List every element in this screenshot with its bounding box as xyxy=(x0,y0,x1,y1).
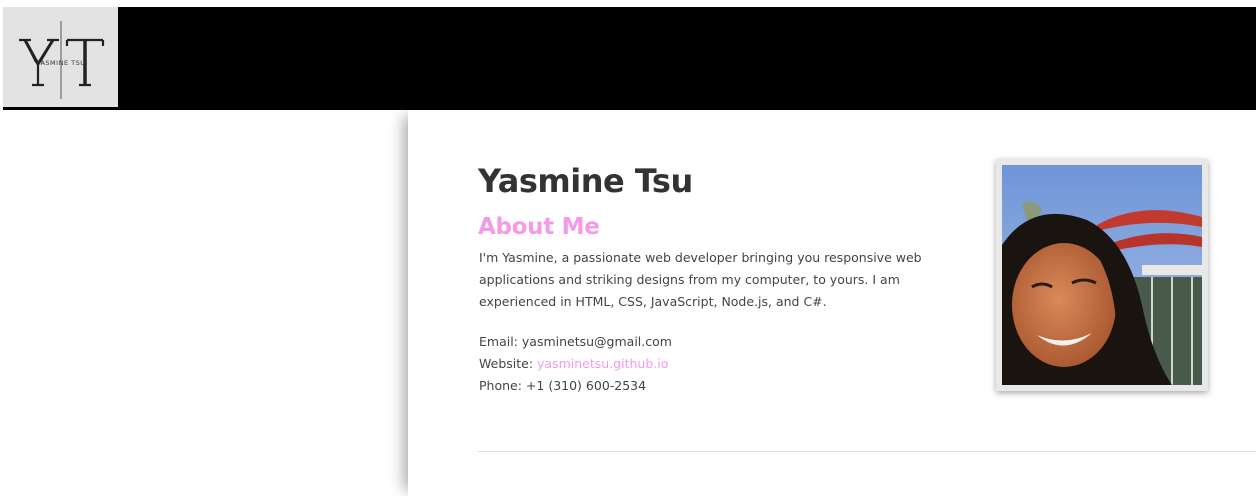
contact-info: Email: yasminetsu@gmail.com Website: yas… xyxy=(479,331,879,397)
phone-line: Phone: +1 (310) 600-2534 xyxy=(479,375,879,397)
email-label: Email: xyxy=(479,334,518,349)
section-divider xyxy=(478,451,1256,452)
website-link[interactable]: yasminetsu.github.io xyxy=(537,356,668,371)
yt-monogram-logo-icon: YASMINE TSU xyxy=(19,21,105,99)
profile-card: Yasmine Tsu About Me I'm Yasmine, a pass… xyxy=(408,110,1256,496)
top-strip xyxy=(0,0,1256,7)
profile-photo-icon xyxy=(1002,165,1202,385)
profile-name: Yasmine Tsu xyxy=(478,162,693,200)
email-value: yasminetsu@gmail.com xyxy=(521,334,672,349)
profile-photo-frame xyxy=(996,159,1208,391)
phone-value: +1 (310) 600-2534 xyxy=(525,378,647,393)
website-label: Website: xyxy=(479,356,534,371)
about-me-heading: About Me xyxy=(478,214,600,240)
navbar: YASMINE TSU xyxy=(3,7,1256,110)
page-background xyxy=(0,110,408,496)
website-line: Website: yasminetsu.github.io xyxy=(479,353,879,375)
logo[interactable]: YASMINE TSU xyxy=(3,7,118,107)
email-line: Email: yasminetsu@gmail.com xyxy=(479,331,879,353)
phone-label: Phone: xyxy=(479,378,522,393)
svg-text:YASMINE TSU: YASMINE TSU xyxy=(36,59,86,67)
about-me-text: I'm Yasmine, a passionate web developer … xyxy=(479,250,922,309)
